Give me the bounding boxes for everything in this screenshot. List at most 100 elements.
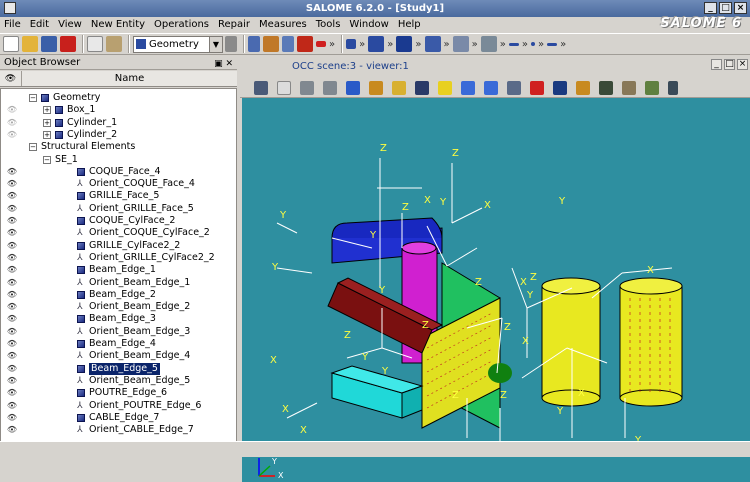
menu-measures[interactable]: Measures bbox=[259, 19, 307, 30]
visibility-eye-icon[interactable]: 👁 bbox=[5, 265, 19, 275]
activate-module-icon[interactable] bbox=[225, 36, 237, 52]
tree-item[interactable]: 👁 GRILLE_CylFace2_2 bbox=[1, 240, 236, 252]
visibility-eye-icon[interactable]: 👁 bbox=[5, 413, 19, 423]
visibility-eye-icon[interactable]: 👁 bbox=[5, 278, 19, 288]
point-icon[interactable] bbox=[248, 36, 260, 52]
minimize-icon[interactable]: _ bbox=[711, 59, 722, 70]
collapse-icon[interactable]: − bbox=[29, 143, 37, 152]
name-column-header[interactable]: Name bbox=[22, 71, 237, 86]
view-front-icon[interactable] bbox=[438, 80, 452, 95]
tree-item[interactable]: − Geometry bbox=[1, 92, 236, 104]
visibility-eye-icon[interactable]: 👁 bbox=[5, 351, 19, 361]
new-document-icon[interactable] bbox=[3, 36, 19, 52]
visibility-eye-icon[interactable]: 👁 bbox=[5, 302, 19, 312]
clipping-icon[interactable] bbox=[553, 80, 567, 95]
menu-tools[interactable]: Tools bbox=[316, 19, 341, 30]
open-folder-icon[interactable] bbox=[22, 36, 38, 52]
tree-item[interactable]: 👁 Beam_Edge_5 bbox=[1, 362, 236, 375]
rotate-clockwise-icon[interactable] bbox=[461, 80, 475, 95]
transformation-icon[interactable] bbox=[424, 36, 441, 52]
reset-icon[interactable] bbox=[507, 80, 521, 95]
tree-item[interactable]: 👁 ⅄ Orient_Beam_Edge_4 bbox=[1, 350, 236, 362]
more-chevron-icon[interactable]: » bbox=[472, 39, 478, 50]
zoom-icon[interactable] bbox=[346, 80, 360, 95]
measure-icon[interactable] bbox=[508, 42, 519, 46]
rotate-icon[interactable] bbox=[415, 80, 429, 95]
visibility-eye-icon[interactable]: 👁 bbox=[5, 327, 19, 337]
visibility-eye-icon[interactable]: 👁 bbox=[5, 118, 19, 128]
undock-icon[interactable]: ▣ bbox=[214, 59, 223, 69]
menu-window[interactable]: Window bbox=[349, 19, 388, 30]
curve-icon[interactable] bbox=[316, 41, 326, 47]
maximize-icon[interactable]: □ bbox=[719, 2, 732, 14]
visibility-eye-icon[interactable]: 👁 bbox=[5, 179, 19, 189]
more-chevron-icon[interactable]: » bbox=[560, 39, 566, 50]
visibility-eye-icon[interactable]: 👁 bbox=[5, 314, 19, 324]
menu-help[interactable]: Help bbox=[398, 19, 421, 30]
ambient-light-icon[interactable] bbox=[622, 80, 636, 95]
tree-item[interactable]: 👁 COQUE_CylFace_2 bbox=[1, 215, 236, 227]
close-document-icon[interactable] bbox=[60, 36, 76, 52]
visibility-eye-icon[interactable]: 👁 bbox=[5, 376, 19, 386]
more-chevron-icon[interactable]: » bbox=[444, 39, 450, 50]
collapse-icon[interactable]: − bbox=[29, 94, 37, 102]
edge-icon[interactable] bbox=[547, 42, 558, 46]
more-chevron-icon[interactable]: » bbox=[522, 39, 528, 50]
pan-icon[interactable] bbox=[369, 80, 383, 95]
graduated-axes-icon[interactable] bbox=[599, 80, 613, 95]
global-pan-icon[interactable] bbox=[392, 80, 406, 95]
more-chevron-icon[interactable]: » bbox=[415, 39, 421, 50]
dimension-icon[interactable] bbox=[531, 42, 535, 46]
expand-icon[interactable]: + bbox=[43, 118, 51, 127]
tree-item[interactable]: 👁 ⅄ Orient_GRILLE_Face_5 bbox=[1, 203, 236, 215]
tree-item[interactable]: 👁 COQUE_Face_4 bbox=[1, 166, 236, 178]
tree-item[interactable]: 👁 POUTRE_Edge_6 bbox=[1, 387, 236, 399]
tree-item[interactable]: 👁 Beam_Edge_2 bbox=[1, 289, 236, 301]
object-tree[interactable]: − Geometry 👁 + Box_1 👁 + Cylinder_1 👁 + Cylinder_2… bbox=[0, 88, 237, 443]
trihedron-icon[interactable] bbox=[277, 80, 291, 95]
visibility-eye-icon[interactable]: 👁 bbox=[5, 401, 19, 411]
visibility-eye-icon[interactable]: 👁 bbox=[5, 228, 19, 238]
chevron-down-icon[interactable]: ▼ bbox=[209, 36, 222, 52]
visibility-eye-icon[interactable]: 👁 bbox=[5, 191, 19, 201]
3d-scene-canvas[interactable]: ZYXYZXZYXZYZXZYYZXXYZXYYYXZXYXZYXYZ bbox=[242, 98, 750, 482]
visibility-eye-icon[interactable]: 👁 bbox=[5, 241, 19, 251]
visibility-column-eye-icon[interactable]: 👁 bbox=[0, 71, 22, 86]
shape-yellow-cylinder[interactable] bbox=[541, 285, 601, 399]
visibility-eye-icon[interactable]: 👁 bbox=[5, 130, 19, 140]
tree-item[interactable]: 👁 ⅄ Orient_COQUE_Face_4 bbox=[1, 178, 236, 190]
close-icon[interactable]: ✕ bbox=[225, 59, 233, 69]
close-icon[interactable]: × bbox=[737, 59, 748, 70]
line-icon[interactable] bbox=[263, 36, 279, 52]
fit-area-icon[interactable] bbox=[323, 80, 337, 95]
arc-icon[interactable] bbox=[297, 36, 313, 52]
primitive-icon[interactable] bbox=[368, 36, 385, 52]
tree-item[interactable]: − Structural Elements bbox=[1, 141, 236, 153]
blocks-icon[interactable] bbox=[452, 36, 469, 52]
tree-item[interactable]: 👁 CABLE_Edge_7 bbox=[1, 412, 236, 424]
paste-icon[interactable] bbox=[106, 36, 122, 52]
menu-file[interactable]: File bbox=[4, 19, 21, 30]
close-icon[interactable]: × bbox=[734, 2, 747, 14]
tree-item[interactable]: 👁 ⅄ Orient_Beam_Edge_5 bbox=[1, 375, 236, 387]
check-icon[interactable] bbox=[480, 36, 497, 52]
tree-item[interactable]: 👁 Beam_Edge_4 bbox=[1, 338, 236, 350]
expand-icon[interactable]: + bbox=[43, 130, 51, 139]
save-icon[interactable] bbox=[41, 36, 57, 52]
visibility-eye-icon[interactable]: 👁 bbox=[5, 167, 19, 177]
rotate-counterclockwise-icon[interactable] bbox=[484, 80, 498, 95]
tree-item[interactable]: 👁 ⅄ Orient_CABLE_Edge_7 bbox=[1, 424, 236, 436]
minimize-icon[interactable]: _ bbox=[704, 2, 717, 14]
boolean-icon[interactable] bbox=[396, 36, 413, 52]
tree-item[interactable]: 👁 ⅄ Orient_GRILLE_CylFace2_2 bbox=[1, 252, 236, 264]
shape-green-edge[interactable] bbox=[488, 363, 512, 383]
memorize-view-icon[interactable] bbox=[530, 80, 544, 95]
scaling-icon[interactable] bbox=[576, 80, 590, 95]
visibility-eye-icon[interactable]: 👁 bbox=[5, 290, 19, 300]
viewer-tab[interactable]: OCC scene:3 - viewer:1 bbox=[292, 60, 409, 74]
maximize-icon[interactable]: □ bbox=[724, 59, 735, 70]
visibility-eye-icon[interactable]: 👁 bbox=[5, 216, 19, 226]
tree-item[interactable]: 👁 ⅄ Orient_POUTRE_Edge_6 bbox=[1, 400, 236, 412]
visibility-eye-icon[interactable]: 👁 bbox=[5, 425, 19, 435]
more-chevron-icon[interactable]: » bbox=[387, 39, 393, 50]
